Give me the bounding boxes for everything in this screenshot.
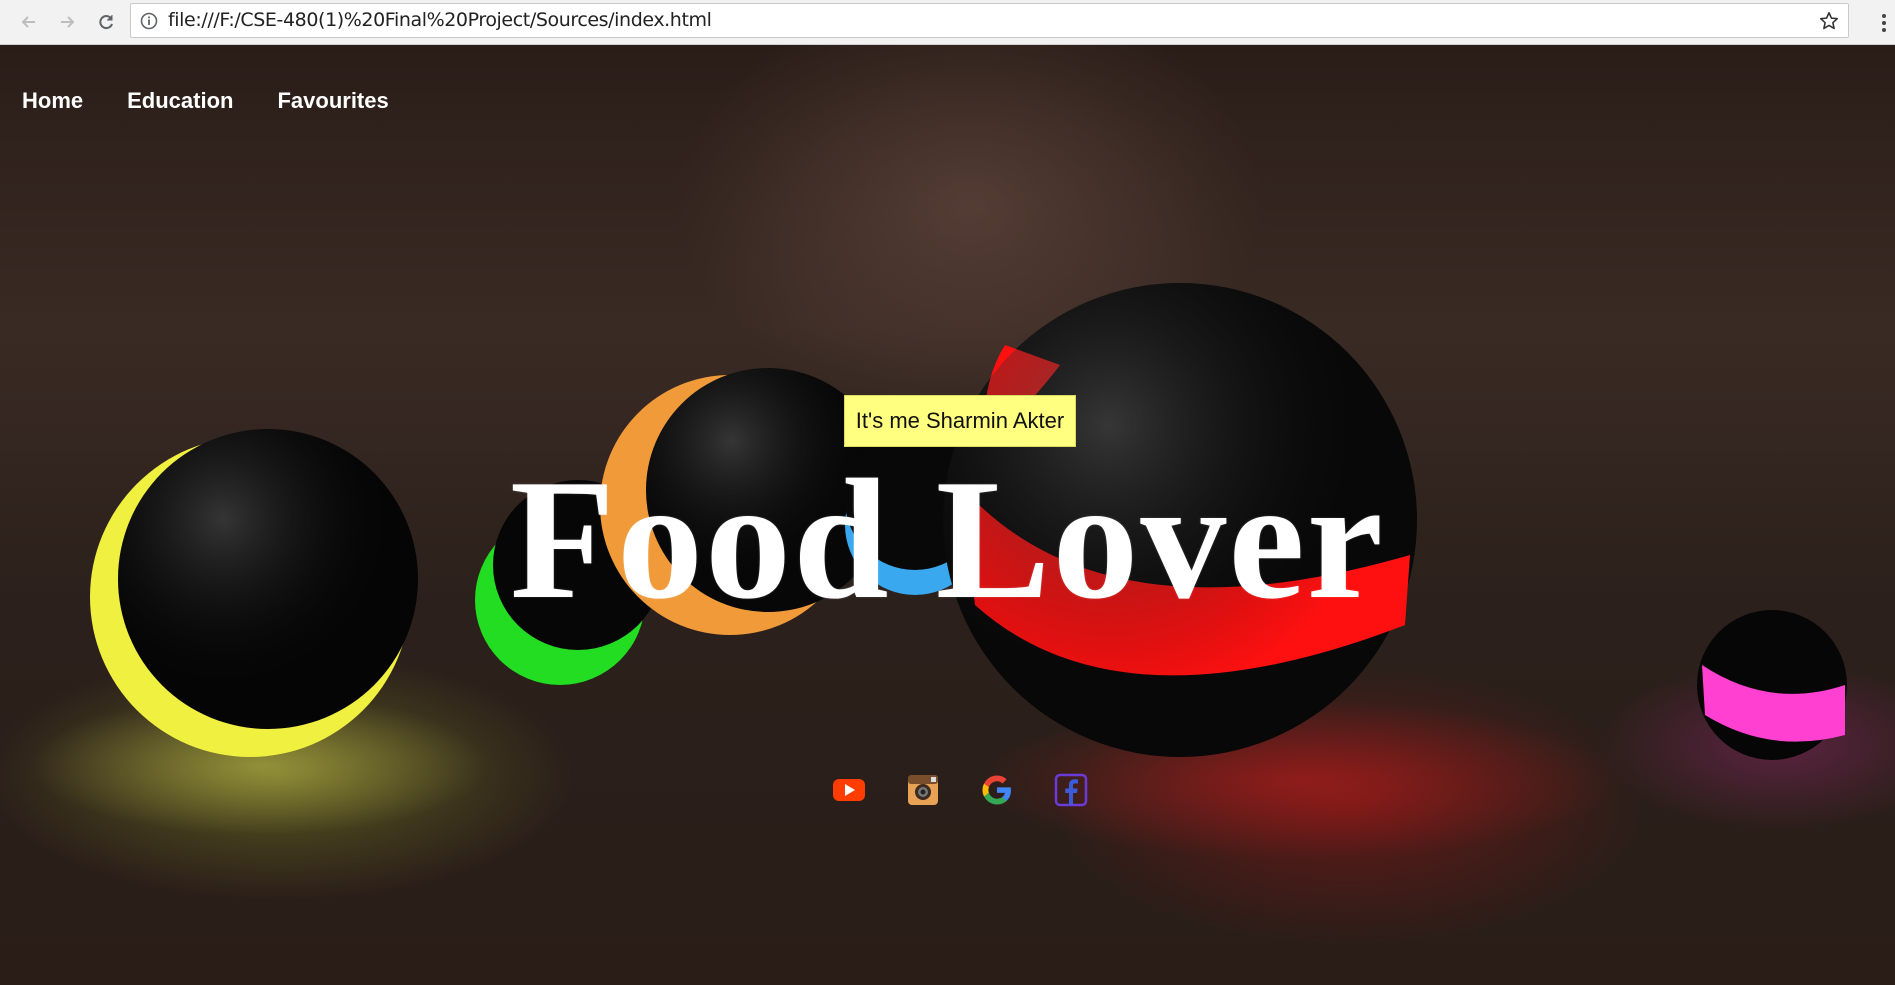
- info-icon[interactable]: [140, 12, 158, 30]
- page-title: Food Lover: [509, 445, 1386, 635]
- social-links: [832, 773, 1088, 807]
- forward-arrow-icon[interactable]: [54, 9, 80, 35]
- main-navigation: Home Education Favourites: [22, 85, 389, 117]
- reload-icon[interactable]: [93, 9, 119, 35]
- facebook-icon[interactable]: [1054, 773, 1088, 807]
- url-text[interactable]: file:///F:/CSE-480(1)%20Final%20Project/…: [168, 4, 712, 37]
- page-viewport: Home Education Favourites It's me Sharmi…: [0, 45, 1895, 985]
- nav-link-education[interactable]: Education: [127, 85, 233, 117]
- back-arrow-icon[interactable]: [16, 9, 42, 35]
- youtube-icon[interactable]: [832, 773, 866, 807]
- browser-toolbar: file:///F:/CSE-480(1)%20Final%20Project/…: [0, 0, 1895, 45]
- kebab-menu-icon[interactable]: [1880, 12, 1888, 34]
- google-icon[interactable]: [980, 773, 1014, 807]
- nav-link-favourites[interactable]: Favourites: [277, 85, 388, 117]
- address-bar[interactable]: file:///F:/CSE-480(1)%20Final%20Project/…: [130, 3, 1849, 38]
- tooltip: It's me Sharmin Akter: [844, 395, 1076, 447]
- instagram-icon[interactable]: [906, 773, 940, 807]
- nav-link-home[interactable]: Home: [22, 85, 83, 117]
- star-icon[interactable]: [1818, 10, 1840, 32]
